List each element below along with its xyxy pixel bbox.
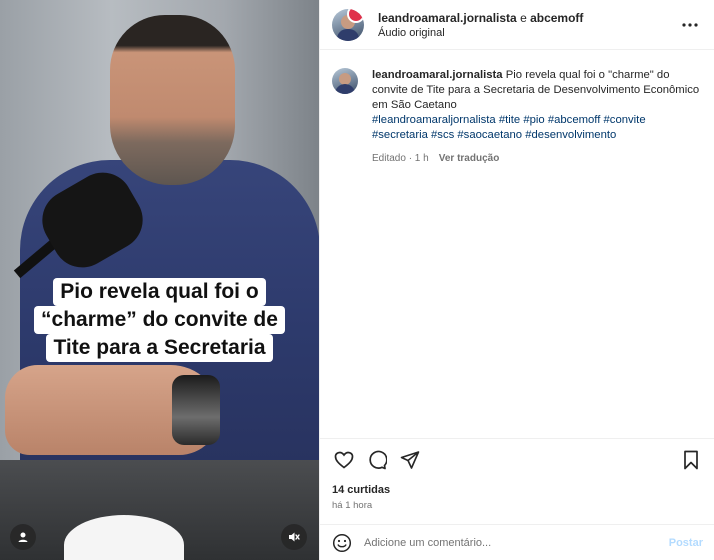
- instagram-post-view: Pio revela qual foi o “charme” do convit…: [0, 0, 714, 560]
- comment-input[interactable]: Adicione um comentário...: [364, 537, 669, 549]
- caption-line-1: Pio revela qual foi o: [53, 278, 266, 306]
- collaborator-username-link[interactable]: abcemoff: [530, 11, 583, 25]
- post-comment-button[interactable]: Postar: [669, 537, 703, 549]
- collaborator-avatar[interactable]: [347, 8, 364, 23]
- save-button[interactable]: [679, 448, 703, 472]
- author-username-link[interactable]: leandroamaral.jornalista: [378, 11, 517, 25]
- muted-audio-icon: [289, 532, 300, 542]
- post-sidebar: leandroamaral.jornalista e abcemoff Áudi…: [319, 0, 714, 560]
- caption-author-avatar[interactable]: [332, 68, 358, 94]
- like-button[interactable]: [332, 448, 356, 472]
- caption-username-link[interactable]: leandroamaral.jornalista: [372, 69, 503, 81]
- more-options-icon: [682, 22, 698, 27]
- likes-count[interactable]: 14 curtidas: [332, 484, 390, 496]
- tag-user-icon: [18, 532, 28, 542]
- wristwatch: [172, 375, 220, 445]
- emoji-button[interactable]: [332, 533, 352, 553]
- speaker-head: [110, 15, 235, 185]
- bookmark-icon: [684, 450, 698, 469]
- caption-line-2: “charme” do convite de: [34, 306, 285, 334]
- video-player[interactable]: Pio revela qual foi o “charme” do convit…: [0, 0, 319, 560]
- comment-box: Adicione um comentário... Postar: [320, 524, 714, 560]
- comment-button[interactable]: [365, 448, 389, 472]
- username-joiner: e: [516, 10, 531, 25]
- post-time[interactable]: há 1 hora: [332, 500, 372, 511]
- tag-user-button[interactable]: [10, 524, 36, 550]
- emoji-icon: [332, 533, 352, 552]
- action-bar: [320, 438, 714, 480]
- caption-line-3: Tite para a Secretaria: [46, 334, 273, 362]
- share-icon: [400, 450, 420, 469]
- heart-icon: [334, 451, 354, 469]
- mute-toggle-button[interactable]: [281, 524, 307, 550]
- header-usernames: leandroamaral.jornalista e abcemoff: [378, 10, 678, 26]
- more-options-button[interactable]: [678, 13, 702, 37]
- post-caption: leandroamaral.jornalista Pio revela qual…: [320, 50, 714, 166]
- see-translation-button[interactable]: Ver tradução: [439, 151, 500, 166]
- share-button[interactable]: [398, 448, 422, 472]
- edited-timestamp: Editado · 1 h: [372, 153, 429, 164]
- comment-icon: [369, 450, 387, 469]
- original-audio-link[interactable]: Áudio original: [378, 26, 678, 40]
- caption-hashtags[interactable]: #leandroamaraljornalista #tite #pio #abc…: [372, 113, 700, 143]
- post-header: leandroamaral.jornalista e abcemoff Áudi…: [320, 0, 714, 50]
- author-avatar[interactable]: [332, 8, 364, 41]
- video-caption: Pio revela qual foi o “charme” do convit…: [0, 278, 319, 362]
